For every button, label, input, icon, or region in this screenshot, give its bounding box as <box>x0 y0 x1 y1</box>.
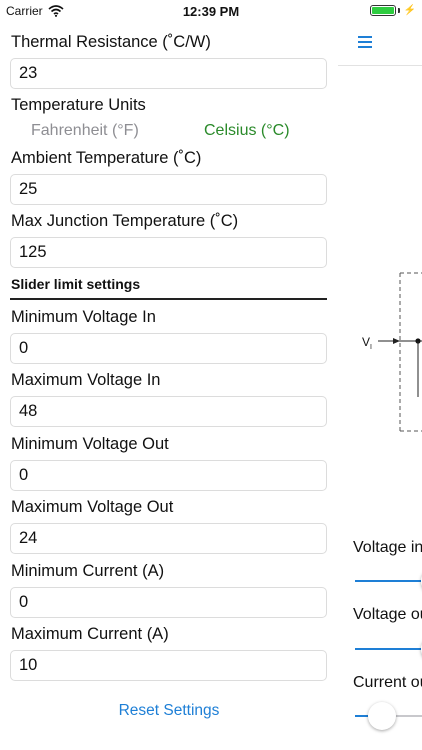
status-right: ⚡ <box>369 5 416 16</box>
thermal-resistance-label: Thermal Resistance (˚C/W) <box>11 33 211 51</box>
reset-settings-button[interactable]: Reset Settings <box>0 702 338 720</box>
section-divider <box>10 298 327 300</box>
voltage-in-label: Voltage in <box>353 539 422 556</box>
current-out-slider-thumb[interactable] <box>368 702 396 730</box>
voltage-in-slider[interactable] <box>355 567 422 595</box>
temperature-units-label: Temperature Units <box>11 96 146 114</box>
hamburger-menu-icon[interactable] <box>358 36 372 48</box>
max-junction-temperature-field[interactable]: 125 <box>10 237 327 268</box>
minimum-voltage-in-label: Minimum Voltage In <box>11 308 156 326</box>
fahrenheit-option[interactable]: Fahrenheit (°F) <box>31 122 139 140</box>
max-junction-temperature-label: Max Junction Temperature (˚C) <box>11 212 239 230</box>
current-out-slider-fill <box>355 715 368 717</box>
minimum-current-field[interactable]: 0 <box>10 587 327 618</box>
main-view: V I Voltage in Voltage out Current out <box>338 22 422 750</box>
input-voltage-subscript: I <box>370 344 372 351</box>
voltage-in-slider-fill <box>355 580 421 582</box>
current-out-slider[interactable] <box>355 702 422 730</box>
maximum-voltage-out-label: Maximum Voltage Out <box>11 498 174 516</box>
input-voltage-label: V <box>362 335 370 349</box>
slider-limit-settings-heading: Slider limit settings <box>11 276 141 292</box>
maximum-current-field[interactable]: 10 <box>10 650 327 681</box>
battery-cap <box>397 8 400 13</box>
maximum-voltage-out-field[interactable]: 24 <box>10 523 327 554</box>
maximum-voltage-in-field[interactable]: 48 <box>10 396 327 427</box>
nav-bar <box>338 22 422 66</box>
minimum-voltage-out-label: Minimum Voltage Out <box>11 435 169 453</box>
settings-panel: Thermal Resistance (˚C/W) 23 Temperature… <box>0 22 338 750</box>
minimum-current-label: Minimum Current (A) <box>11 562 165 580</box>
circuit-diagram: V I <box>362 272 422 432</box>
ambient-temperature-field[interactable]: 25 <box>10 174 327 205</box>
charging-icon: ⚡ <box>403 5 416 16</box>
celsius-option[interactable]: Celsius (°C) <box>204 122 290 140</box>
current-out-label: Current out <box>353 674 422 691</box>
battery-level <box>371 7 394 14</box>
voltage-out-slider-fill <box>355 648 421 650</box>
maximum-voltage-in-label: Maximum Voltage In <box>11 371 161 389</box>
minimum-voltage-out-field[interactable]: 0 <box>10 460 327 491</box>
voltage-out-slider[interactable] <box>355 635 422 663</box>
minimum-voltage-in-field[interactable]: 0 <box>10 333 327 364</box>
thermal-resistance-field[interactable]: 23 <box>10 58 327 89</box>
maximum-current-label: Maximum Current (A) <box>11 625 169 643</box>
battery-icon <box>369 5 396 16</box>
ambient-temperature-label: Ambient Temperature (˚C) <box>11 149 202 167</box>
status-time: 12:39 PM <box>182 4 240 19</box>
status-bar: Carrier 12:39 PM ⚡ <box>0 0 422 22</box>
voltage-out-label: Voltage out <box>353 606 422 623</box>
